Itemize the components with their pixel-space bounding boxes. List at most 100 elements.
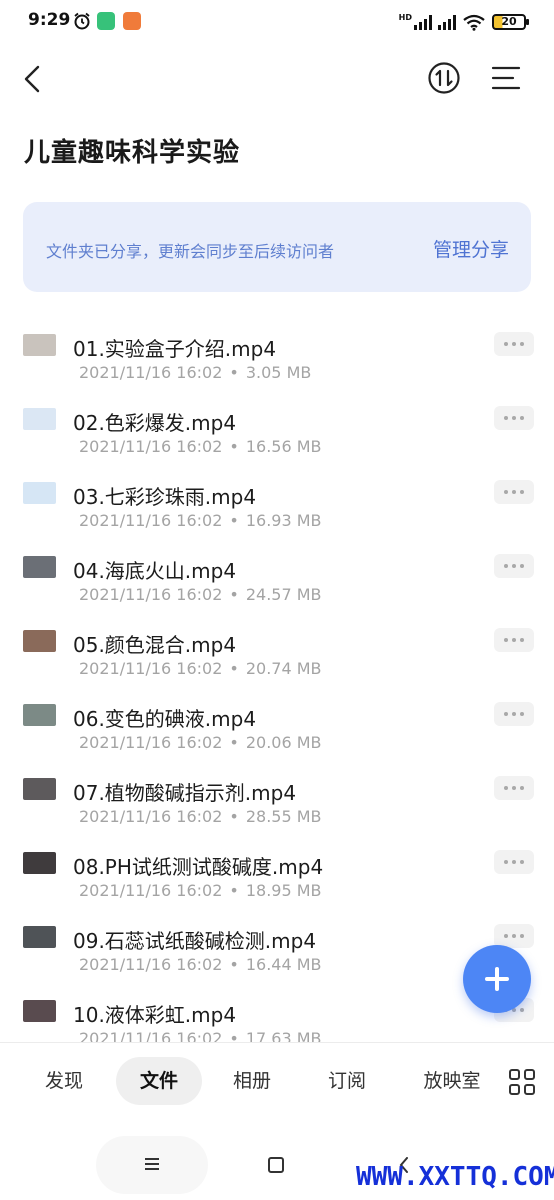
video-thumbnail	[23, 1000, 56, 1022]
tab-subscribe[interactable]: 订阅	[311, 1057, 383, 1105]
file-date: 2021/11/16 16:02	[79, 1029, 223, 1042]
file-date: 2021/11/16 16:02	[79, 437, 223, 456]
file-name: 08.PH试纸测试酸碱度.mp4	[73, 855, 324, 879]
file-meta: 2021/11/16 16:02 • 28.55 MB	[79, 807, 322, 826]
file-meta: 2021/11/16 16:02 • 20.74 MB	[79, 659, 322, 678]
file-meta: 2021/11/16 16:02 • 16.93 MB	[79, 511, 322, 530]
video-thumbnail	[23, 630, 56, 652]
manage-share-link[interactable]: 管理分享	[433, 235, 509, 262]
meta-separator: •	[229, 511, 239, 530]
signal-icon	[438, 14, 456, 30]
video-thumbnail	[23, 334, 56, 356]
sort-icon[interactable]	[426, 60, 462, 96]
more-options-icon[interactable]	[494, 850, 534, 874]
app-notification-icon	[123, 12, 141, 30]
back-arrow-icon[interactable]	[16, 60, 50, 98]
more-options-icon[interactable]	[494, 406, 534, 430]
meta-separator: •	[229, 585, 239, 604]
file-name: 06.变色的碘液.mp4	[73, 707, 257, 731]
meta-separator: •	[229, 437, 239, 456]
file-date: 2021/11/16 16:02	[79, 733, 223, 752]
file-meta: 2021/11/16 16:02 • 16.56 MB	[79, 437, 322, 456]
file-name: 02.色彩爆发.mp4	[73, 411, 237, 435]
more-options-icon[interactable]	[494, 480, 534, 504]
tab-screening-room[interactable]: 放映室	[412, 1057, 492, 1105]
video-thumbnail	[23, 408, 56, 430]
file-size: 18.95 MB	[245, 881, 322, 900]
file-meta: 2021/11/16 16:02 • 3.05 MB	[79, 363, 311, 382]
file-name: 03.七彩珍珠雨.mp4	[73, 485, 257, 509]
status-bar: 9:29 HD 20	[0, 0, 554, 44]
file-size: 20.74 MB	[245, 659, 322, 678]
more-options-icon[interactable]	[494, 702, 534, 726]
file-size: 16.44 MB	[245, 955, 322, 974]
more-options-icon[interactable]	[494, 628, 534, 652]
file-name: 05.颜色混合.mp4	[73, 633, 237, 657]
file-name: 09.石蕊试纸酸碱检测.mp4	[73, 929, 317, 953]
file-date: 2021/11/16 16:02	[79, 807, 223, 826]
grid-icon[interactable]	[509, 1069, 535, 1095]
list-item[interactable]: 03.七彩珍珠雨.mp4 2021/11/16 16:02 • 16.93 MB	[0, 468, 554, 542]
status-icons: HD 20	[398, 11, 529, 33]
list-item[interactable]: 05.颜色混合.mp4 2021/11/16 16:02 • 20.74 MB	[0, 616, 554, 690]
list-item[interactable]: 06.变色的碘液.mp4 2021/11/16 16:02 • 20.06 MB	[0, 690, 554, 764]
battery-icon: 20	[492, 14, 529, 30]
recents-icon[interactable]	[96, 1136, 208, 1194]
bottom-tab-bar: 发现 文件 相册 订阅 放映室	[0, 1042, 554, 1120]
file-name: 07.植物酸碱指示剂.mp4	[73, 781, 297, 805]
share-banner-text: 文件夹已分享，更新会同步至后续访问者	[46, 242, 335, 261]
tab-discover[interactable]: 发现	[28, 1057, 100, 1105]
page-title: 儿童趣味科学实验	[24, 138, 241, 168]
video-thumbnail	[23, 852, 56, 874]
app-notification-icon	[97, 12, 115, 30]
file-date: 2021/11/16 16:02	[79, 881, 223, 900]
file-date: 2021/11/16 16:02	[79, 955, 223, 974]
home-icon[interactable]	[268, 1157, 284, 1173]
file-name: 10.液体彩虹.mp4	[73, 1003, 237, 1027]
meta-separator: •	[229, 1029, 239, 1042]
list-item[interactable]: 02.色彩爆发.mp4 2021/11/16 16:02 • 16.56 MB	[0, 394, 554, 468]
file-meta: 2021/11/16 16:02 • 16.44 MB	[79, 955, 322, 974]
share-banner: 文件夹已分享，更新会同步至后续访问者 管理分享	[23, 202, 531, 292]
file-size: 24.57 MB	[245, 585, 322, 604]
video-thumbnail	[23, 482, 56, 504]
watermark: WWW.XXTTQ.COM	[356, 1162, 554, 1192]
list-item[interactable]: 04.海底火山.mp4 2021/11/16 16:02 • 24.57 MB	[0, 542, 554, 616]
video-thumbnail	[23, 704, 56, 726]
wifi-icon	[463, 14, 485, 31]
tab-files[interactable]: 文件	[116, 1057, 202, 1105]
meta-separator: •	[229, 363, 239, 382]
video-thumbnail	[23, 778, 56, 800]
file-size: 28.55 MB	[245, 807, 322, 826]
file-meta: 2021/11/16 16:02 • 20.06 MB	[79, 733, 322, 752]
menu-icon[interactable]	[488, 60, 524, 96]
meta-separator: •	[229, 955, 239, 974]
file-size: 16.56 MB	[245, 437, 322, 456]
meta-separator: •	[229, 659, 239, 678]
more-options-icon[interactable]	[494, 332, 534, 356]
file-name: 01.实验盒子介绍.mp4	[73, 337, 277, 361]
signal-icon	[414, 14, 432, 30]
file-size: 3.05 MB	[245, 363, 312, 382]
file-name: 04.海底火山.mp4	[73, 559, 237, 583]
more-options-icon[interactable]	[494, 554, 534, 578]
alarm-icon	[74, 12, 90, 30]
list-item[interactable]: 07.植物酸碱指示剂.mp4 2021/11/16 16:02 • 28.55 MB	[0, 764, 554, 838]
file-size: 17.63 MB	[245, 1029, 322, 1042]
hd-badge: HD	[398, 12, 412, 22]
file-meta: 2021/11/16 16:02 • 24.57 MB	[79, 585, 322, 604]
file-size: 20.06 MB	[245, 733, 322, 752]
list-item[interactable]: 01.实验盒子介绍.mp4 2021/11/16 16:02 • 3.05 MB	[0, 320, 554, 394]
file-size: 16.93 MB	[245, 511, 322, 530]
more-options-icon[interactable]	[494, 776, 534, 800]
video-thumbnail	[23, 926, 56, 948]
plus-icon[interactable]	[463, 945, 531, 1013]
list-item[interactable]: 08.PH试纸测试酸碱度.mp4 2021/11/16 16:02 • 18.95 …	[0, 838, 554, 912]
file-date: 2021/11/16 16:02	[79, 363, 223, 382]
status-time: 9:29	[28, 10, 71, 30]
tab-album[interactable]: 相册	[216, 1057, 288, 1105]
file-meta: 2021/11/16 16:02 • 17.63 MB	[79, 1029, 322, 1042]
video-thumbnail	[23, 556, 56, 578]
file-list: 01.实验盒子介绍.mp4 2021/11/16 16:02 • 3.05 MB 0…	[0, 320, 554, 1042]
file-date: 2021/11/16 16:02	[79, 511, 223, 530]
